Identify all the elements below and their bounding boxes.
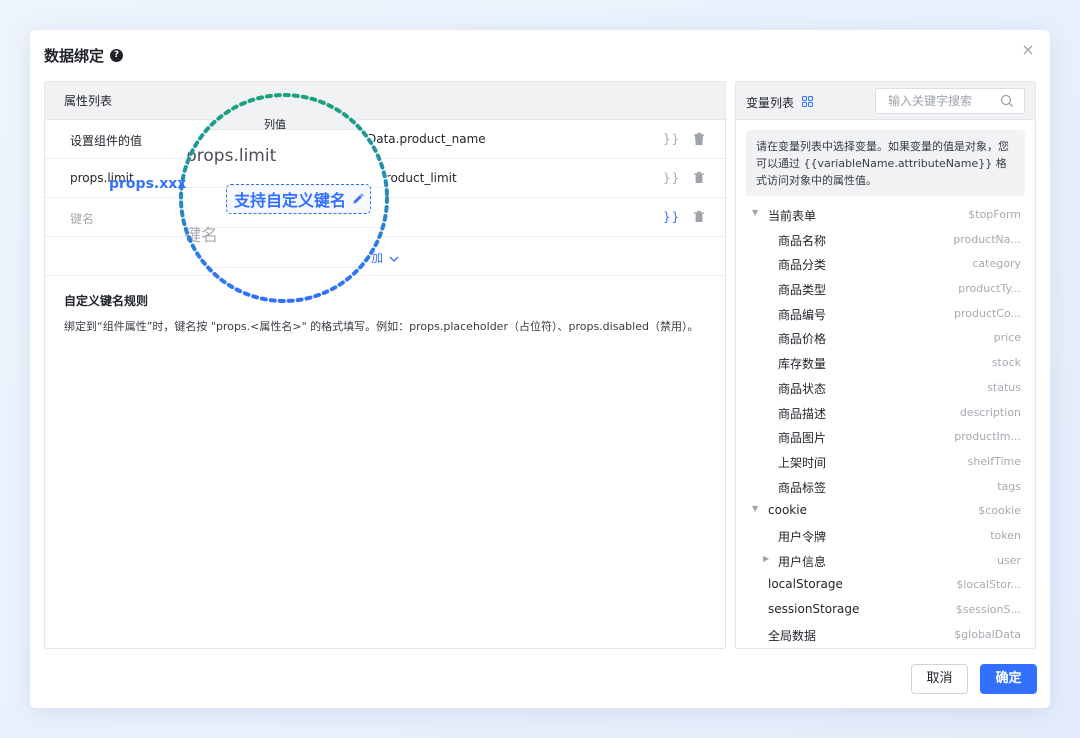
variable-tree-label: 商品名称 [778,233,827,248]
variable-tree-item[interactable]: 库存数量 stock [736,350,1035,375]
variable-tree-key: productIm... [954,430,1021,444]
variable-tree-label: 全局数据 [768,628,817,643]
variable-tree-key: user [997,553,1021,567]
variable-hint: 请在变量列表中选择变量。如果变量的值是对象，您可以通过 {{variableNa… [746,130,1025,196]
variable-tree-item[interactable]: 商品价格 price [736,325,1035,350]
variable-tree-item[interactable]: ▼ 当前表单 $topForm [736,202,1035,227]
cancel-button[interactable]: 取消 [911,664,968,694]
variable-tree-label: 商品状态 [778,381,827,396]
variable-tree-label: 用户令牌 [778,529,827,544]
variable-tree-label: 商品价格 [778,332,827,347]
variable-tree-item[interactable]: sessionStorage $sessionS... [736,597,1035,622]
chevron-down-icon [389,256,399,262]
variable-tree-label: localStorage [768,577,843,592]
property-list-title: 属性列表 [64,94,113,108]
variable-tree-key: token [990,528,1021,542]
variable-tree-item[interactable]: 商品描述 description [736,400,1035,425]
variable-tree-label: 用户信息 [778,554,827,569]
key-name-input[interactable]: 键名 [70,210,94,227]
variable-tree-label: 商品编号 [778,307,827,322]
variable-tree-item[interactable]: 商品编号 productCo... [736,301,1035,326]
variable-tree-key: shelfTime [967,454,1021,468]
variable-tree-key: $topForm [968,208,1021,221]
variable-list-title: 变量列表 [746,96,795,110]
close-icon[interactable]: × [1020,42,1036,58]
variable-tree-key: price [993,331,1021,345]
variable-tree-key: $cookie [978,504,1021,518]
variable-brace-button[interactable]: }} [663,132,680,146]
variable-tree-item[interactable]: 上架时间 shelfTime [736,449,1035,474]
variable-tree-label: 商品分类 [778,258,827,273]
variable-tree-key: tags [997,479,1021,493]
variable-tree-key: productTy... [958,282,1021,296]
variable-tree-label: 库存数量 [778,357,827,372]
variable-tree-label: cookie [768,503,807,518]
caret-right-icon[interactable]: ▶ [763,554,771,563]
confirm-button[interactable]: 确定 [980,664,1037,694]
variable-tree-label: 商品描述 [778,406,827,421]
variable-tree-item[interactable]: localStorage $localStor... [736,572,1035,597]
variable-tree-item[interactable]: 商品分类 category [736,251,1035,276]
variable-tree-label: sessionStorage [768,602,860,616]
pencil-icon [353,193,364,204]
variable-search-input[interactable] [876,89,996,113]
variable-group-icon[interactable] [802,96,813,107]
variable-search-box [875,88,1025,114]
variable-tree-label: 商品类型 [778,283,827,298]
variable-tree-item[interactable]: 商品类型 productTy... [736,276,1035,301]
variable-tree-key: productCo... [953,306,1021,320]
props-key-example: props.xxx [109,176,187,192]
question-circle-icon[interactable]: ? [110,48,124,62]
variable-tree-item[interactable]: 商品名称 productNa... [736,227,1035,252]
custom-key-chip[interactable]: 支持自定义键名 [226,184,372,214]
variable-tree-item[interactable]: ▼ cookie $cookie [736,498,1035,523]
data-binding-dialog: 数据绑定 ? × 属性列表 设置组件的值 Data.product_name }… [30,30,1050,708]
dialog-title-text: 数据绑定 [44,46,105,65]
variable-tree-item[interactable]: ▶ 用户信息 user [736,548,1035,573]
variable-tree-label: 商品标签 [778,480,827,495]
variable-tree-item[interactable]: 用户令牌 token [736,523,1035,548]
rules-description: 绑定到“组件属性”时，键名按 "props.<属性名>" 的格式填写。例如：pr… [64,320,699,333]
dialog-title: 数据绑定 ? [44,44,124,66]
variable-tree-label: 商品图片 [778,431,827,446]
custom-key-chip-label: 支持自定义键名 [234,191,347,210]
variable-tree-key: category [972,257,1021,271]
variable-tree-key: description [959,405,1021,419]
variable-tree-key: stock [991,356,1021,370]
caret-down-icon[interactable]: ▼ [752,505,760,513]
variable-tree-key: $localStor... [956,578,1021,592]
variable-tree-item[interactable]: 商品标签 tags [736,474,1035,499]
caret-down-icon[interactable]: ▼ [752,209,760,217]
variable-tree: ▼ 当前表单 $topForm 商品名称 productNa... 商品分类 categor… [736,202,1035,646]
variable-brace-button[interactable]: }} [663,171,680,185]
variable-brace-button[interactable]: }} [663,210,680,224]
variable-tree-label: 上架时间 [778,455,827,470]
variable-tree-item[interactable]: 全局数据 $globalData [736,622,1035,647]
variable-tree-item[interactable]: 商品状态 status [736,375,1035,400]
property-name[interactable]: 设置组件的值 [70,132,142,149]
variable-tree-key: $sessionS... [955,603,1021,616]
variable-list-header: 变量列表 [736,82,1035,120]
variable-tree-item[interactable]: 商品图片 productIm... [736,424,1035,449]
search-icon[interactable] [1000,94,1014,108]
variable-list-panel: 变量列表 请在变量列表中选择变量。如果变量的值是对象，您可以通过 {{varia… [735,81,1036,649]
variable-tree-key: productNa... [953,232,1021,246]
variable-tree-key: $globalData [954,627,1021,641]
trash-icon[interactable] [693,132,705,146]
variable-tree-key: status [987,380,1021,394]
trash-icon[interactable] [693,210,705,224]
variable-tree-label: 当前表单 [768,209,817,223]
trash-icon[interactable] [693,171,705,185]
